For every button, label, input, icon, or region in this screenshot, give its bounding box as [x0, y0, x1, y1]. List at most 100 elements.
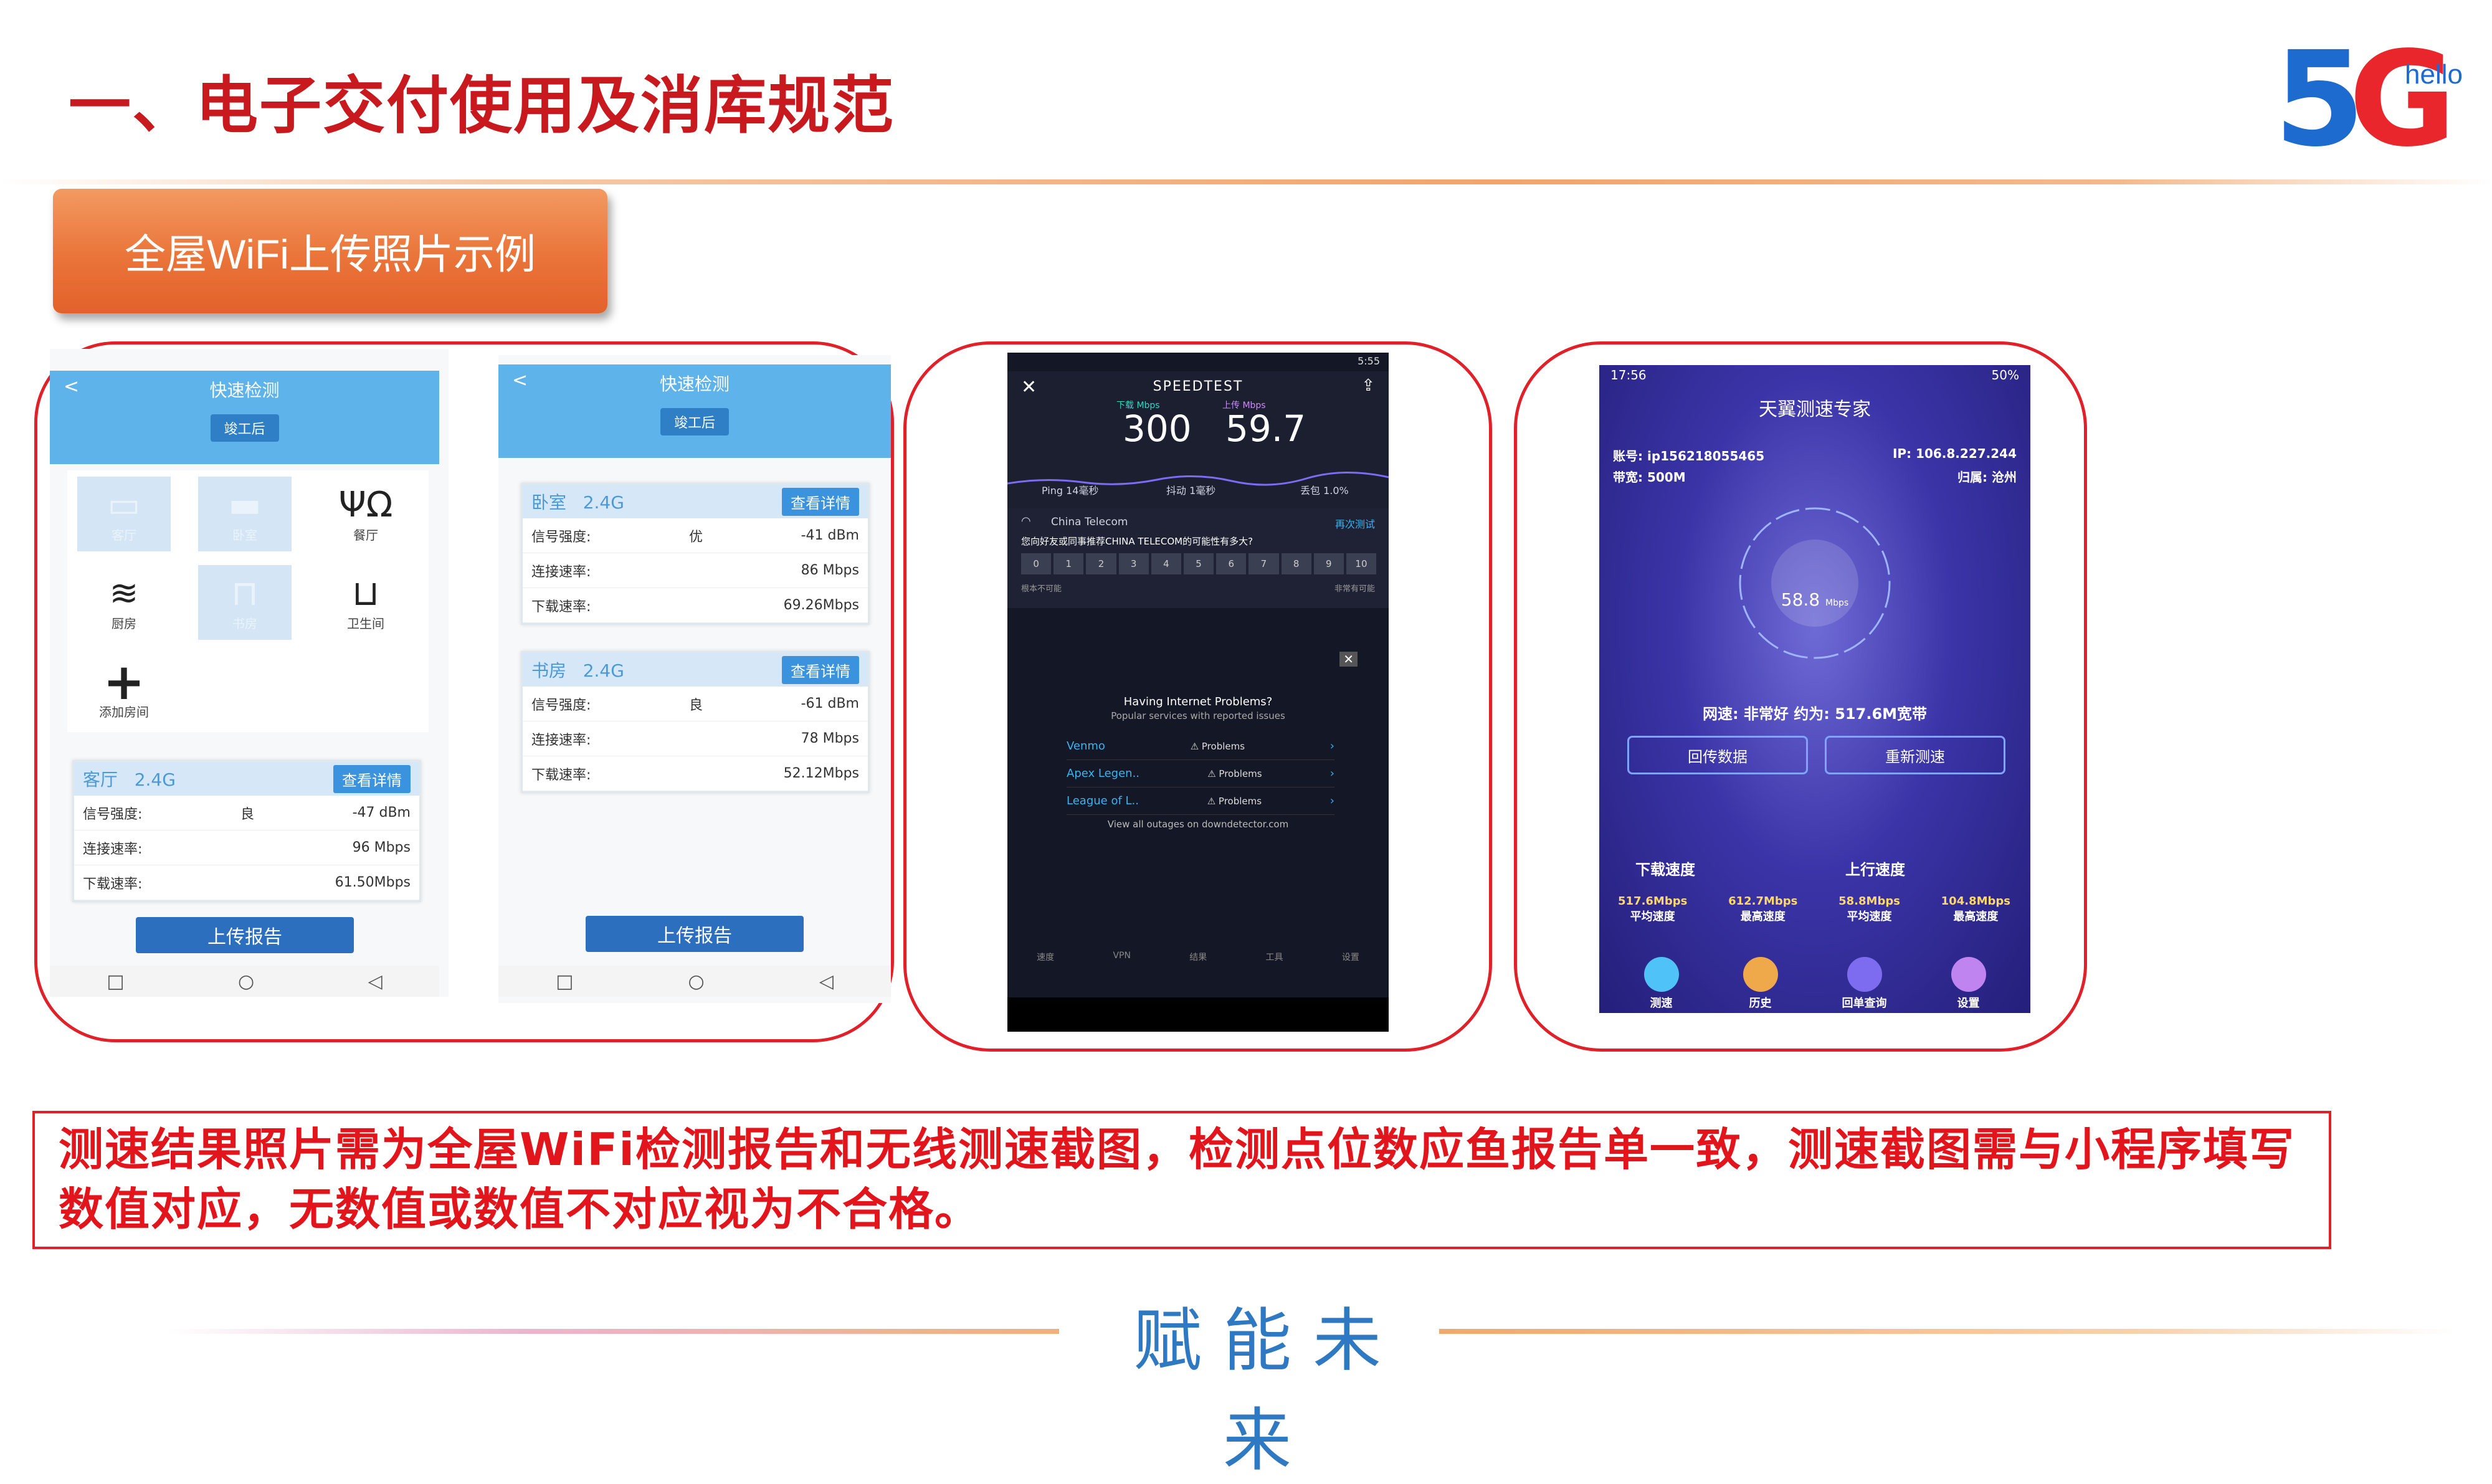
stats-row: 517.6Mbps 平均速度 612.7Mbps 最高速度 58.8Mbps 平均速度 10…: [1618, 895, 2010, 924]
speed-value: 58.8 Mbps: [1781, 589, 1849, 610]
rating-option[interactable]: 6: [1216, 553, 1247, 574]
metric-row: 信号强度: 良 -47 dBm: [74, 796, 419, 830]
tab-icon: [1951, 957, 1986, 992]
rating-option[interactable]: 9: [1313, 553, 1344, 574]
service-name: Apex Legen..: [1067, 767, 1140, 780]
services-list: Venmo ⚠ Problems › Apex Legen.. ⚠ Problems › L…: [1067, 733, 1334, 815]
metric-row: 信号强度: 良 -61 dBm: [523, 687, 868, 721]
speedtest-top: ✕ ⇪ SPEEDTEST 下载 Mbps 上传 Mbps 300 59.7 P…: [1007, 371, 1389, 508]
details-button[interactable]: 查看详情: [782, 655, 859, 684]
dining-icon: ΨΩ: [338, 484, 393, 525]
add-icon: +: [103, 652, 145, 711]
metric-row: 下载速率: 52.12Mbps: [523, 756, 868, 791]
service-row[interactable]: Apex Legen.. ⚠ Problems ›: [1067, 760, 1334, 787]
rating-option[interactable]: 4: [1151, 553, 1181, 574]
tianyi-tab[interactable]: 设置: [1951, 957, 1986, 1011]
home-icon[interactable]: ○: [238, 971, 254, 992]
recent-apps-icon[interactable]: □: [107, 971, 124, 992]
status-bar: 5:55: [1358, 355, 1380, 367]
stage-pill[interactable]: 竣工后: [210, 414, 279, 442]
back-nav-icon[interactable]: ◁: [819, 971, 834, 992]
rating-option[interactable]: 5: [1183, 553, 1214, 574]
stage-pill[interactable]: 竣工后: [660, 408, 730, 435]
loss-readout: 丢包 1.0%: [1300, 485, 1349, 497]
section-label: 全屋WiFi上传照片示例: [53, 189, 607, 313]
speedtest-tab[interactable]: 速度: [1037, 951, 1054, 963]
isp-name: China Telecom: [1051, 516, 1128, 528]
metric-row: 连接速率: 78 Mbps: [523, 721, 868, 756]
rating-option[interactable]: 8: [1281, 553, 1311, 574]
back-nav-icon[interactable]: ◁: [368, 971, 383, 992]
room-dining[interactable]: ΨΩ 餐厅: [319, 477, 412, 551]
details-button[interactable]: 查看详情: [782, 487, 859, 516]
app-title: 天翼测速专家: [1759, 399, 1871, 421]
speedtest-tab[interactable]: 结果: [1189, 951, 1207, 963]
stat-label: 最高速度: [1953, 910, 1999, 923]
logo-g: G: [2349, 23, 2456, 176]
chevron-right-icon: ›: [1329, 794, 1334, 807]
logo-hello: hello: [2405, 59, 2463, 90]
metric-row: 连接速率: 96 Mbps: [74, 830, 419, 865]
rating-option[interactable]: 10: [1346, 553, 1377, 574]
downdetector-footer[interactable]: View all outages on downdetector.com: [1007, 819, 1389, 830]
room-living[interactable]: ▭ 客厅: [77, 477, 171, 551]
kitchen-icon: ≋: [109, 573, 139, 614]
verdict: 网速: 非常好 约为: 517.6M宽带: [1702, 705, 1928, 723]
room-card-living: 客厅 2.4G 查看详情 信号强度: 良 -47 dBm 连接速率: 96 Mbps …: [72, 760, 421, 902]
service-row[interactable]: Venmo ⚠ Problems ›: [1067, 733, 1334, 760]
footer-slogan: 赋能未来: [1133, 1301, 1402, 1480]
speedtest-tab[interactable]: 工具: [1266, 951, 1283, 963]
home-icon[interactable]: ○: [688, 971, 705, 992]
room-study[interactable]: ⊓ 书房: [198, 565, 292, 640]
service-name: League of L..: [1067, 794, 1139, 807]
tab-label: 设置: [1957, 997, 1980, 1010]
room-bathroom[interactable]: ⊔ 卫生间: [319, 565, 412, 640]
5g-hello-logo: 5 G hello: [2274, 23, 2463, 176]
survey-question: 您向好友或同事推荐CHINA TELECOM的可能性有多大?: [1021, 536, 1253, 547]
dismiss-icon[interactable]: ✕: [1339, 652, 1358, 667]
stat-value: 58.8Mbps: [1838, 895, 1900, 908]
return-data-button[interactable]: 回传数据: [1627, 736, 1808, 774]
metric-row: 信号强度: 优 -41 dBm: [523, 518, 868, 553]
ping-readout: Ping 14毫秒: [1042, 485, 1099, 497]
tianyi-tab[interactable]: 历史: [1743, 957, 1778, 1011]
speedtest-tab[interactable]: VPN: [1113, 951, 1131, 963]
jitter-readout: 抖动 1毫秒: [1166, 485, 1216, 497]
room-kitchen[interactable]: ≋ 厨房: [77, 565, 171, 640]
room-card-bedroom: 卧室 2.4G 查看详情 信号强度: 优 -41 dBm 连接速率: 86 Mbps …: [521, 483, 870, 625]
speedtest-tabbar: 速度 VPN 结果 工具 设置: [1007, 951, 1389, 963]
room-add[interactable]: + 添加房间: [77, 654, 171, 728]
bath-icon: ⊔: [352, 573, 379, 614]
tianyi-tab[interactable]: 回单查询: [1842, 957, 1887, 1011]
room-bedroom[interactable]: ▬ 卧室: [198, 477, 292, 551]
android-nav-bar: □ ○ ◁: [50, 966, 439, 997]
service-row[interactable]: League of L.. ⚠ Problems ›: [1067, 787, 1334, 815]
stat-label: 平均速度: [1847, 910, 1892, 923]
bed-icon: ▬: [228, 484, 262, 525]
rating-option[interactable]: 1: [1053, 553, 1084, 574]
rating-option[interactable]: 3: [1118, 553, 1149, 574]
wifi-title: 快速检测: [209, 380, 280, 401]
tianyi-phone: 17:56 50% 天翼测速专家 账号: ip156218055465 带宽: 5…: [1599, 365, 2030, 1013]
upload-report-button[interactable]: 上传报告: [136, 917, 354, 953]
wifi-icon: ◠: [1021, 515, 1031, 528]
room-card-study: 书房 2.4G 查看详情 信号强度: 良 -61 dBm 连接速率: 78 Mbps …: [521, 651, 870, 793]
metric-row: 连接速率: 86 Mbps: [523, 553, 868, 588]
bandwidth: 带宽: 500M: [1613, 470, 1686, 485]
problems-panel: ✕ Having Internet Problems? Popular serv…: [1007, 608, 1389, 857]
tab-label: 历史: [1749, 997, 1772, 1010]
rating-option[interactable]: 0: [1021, 553, 1052, 574]
android-nav-bar: □ ○ ◁: [498, 966, 891, 997]
service-status: ⚠ Problems: [1207, 795, 1262, 807]
retest-button[interactable]: 重新测速: [1825, 736, 2005, 774]
recent-apps-icon[interactable]: □: [556, 971, 573, 992]
details-button[interactable]: 查看详情: [333, 764, 411, 793]
rating-option[interactable]: 7: [1248, 553, 1279, 574]
rating-option[interactable]: 2: [1086, 553, 1116, 574]
retest-link[interactable]: 再次测试: [1335, 516, 1375, 531]
tianyi-tab[interactable]: 测速: [1643, 957, 1679, 1011]
speedtest-tab[interactable]: 设置: [1342, 951, 1359, 963]
footer-rule-left: [168, 1329, 1059, 1334]
upload-report-button[interactable]: 上传报告: [586, 916, 804, 952]
tab-icon: [1643, 957, 1679, 992]
